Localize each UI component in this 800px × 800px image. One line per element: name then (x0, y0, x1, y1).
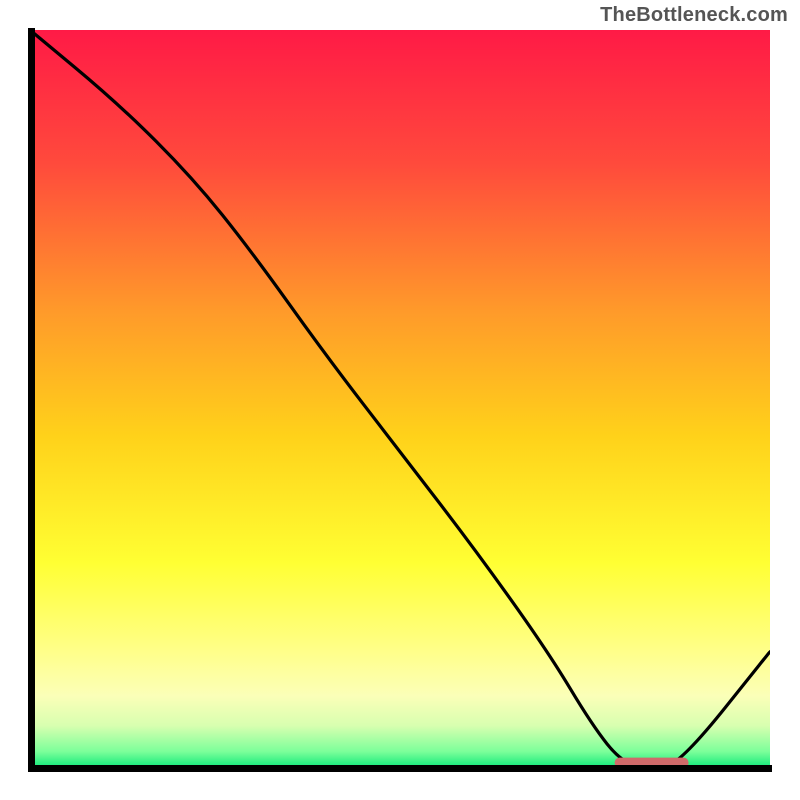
watermark-label: TheBottleneck.com (600, 4, 788, 27)
chart-svg (30, 30, 770, 770)
gradient-background (30, 30, 770, 770)
optimal-range-marker (615, 758, 689, 768)
plot-area (30, 30, 770, 770)
chart-container: TheBottleneck.com (0, 0, 800, 800)
